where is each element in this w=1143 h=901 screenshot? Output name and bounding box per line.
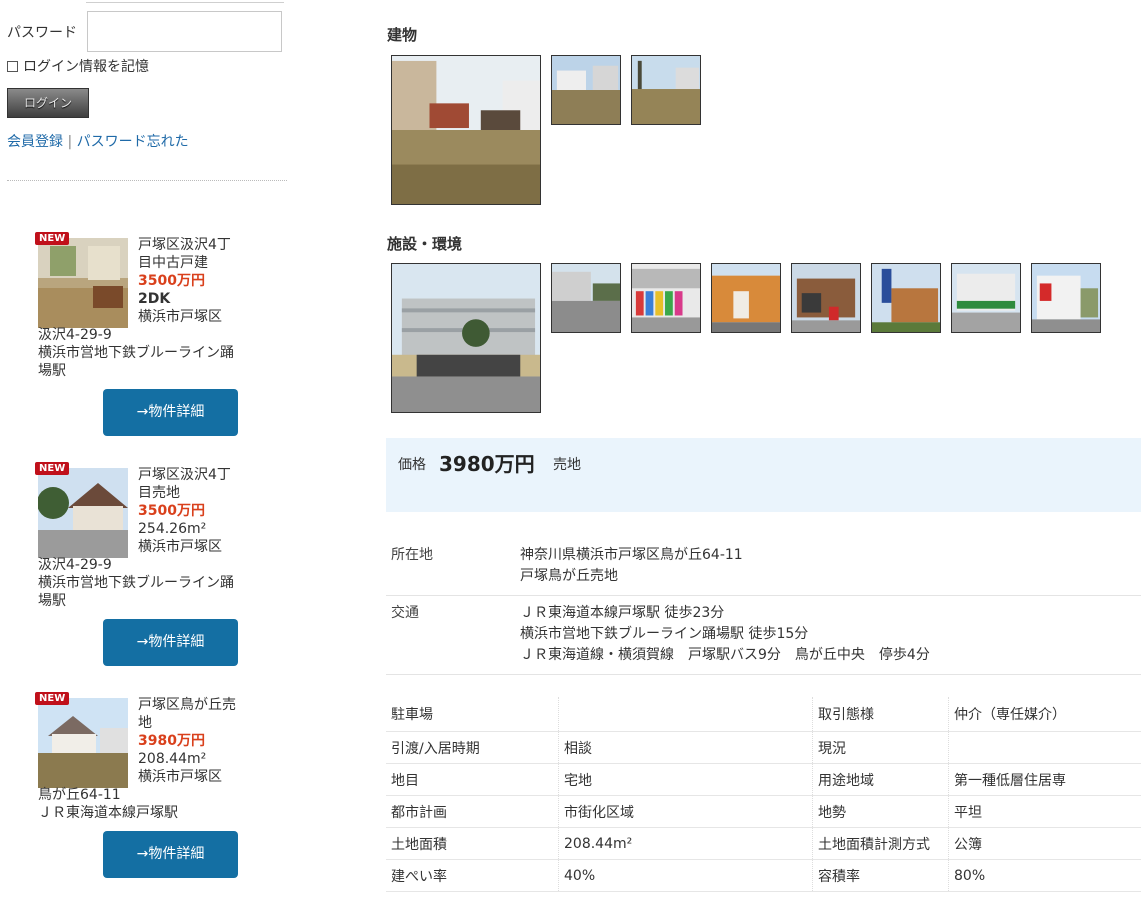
- password-label: パスワード: [7, 25, 77, 41]
- spec-value: [948, 731, 1141, 764]
- facility-photo-thumb[interactable]: [951, 263, 1021, 333]
- listing-price: 3500万円: [138, 503, 205, 519]
- listing-price: 3500万円: [138, 273, 205, 289]
- listing-address-city: 横浜市戸塚区: [138, 769, 222, 785]
- listing-spec: 2DK: [138, 291, 171, 307]
- listing-title[interactable]: 戸塚区鳥が丘売地: [138, 696, 238, 732]
- spec-key: 土地面積計測方式: [812, 827, 949, 860]
- spec-value: 平坦: [948, 795, 1141, 828]
- facility-photo-thumb[interactable]: [1031, 263, 1101, 333]
- transport-route: ＪＲ東海道線・横須賀線 戸塚駅バス9分 鳥が丘中央 停歩4分: [520, 647, 930, 663]
- register-link[interactable]: 会員登録: [7, 134, 63, 150]
- listing-thumbnail[interactable]: [38, 698, 128, 788]
- listing-address-city: 横浜市戸塚区: [138, 539, 222, 555]
- listing-address-block: 汲沢4-29-9: [38, 557, 112, 573]
- price-label: 価格: [398, 457, 426, 473]
- remember-login[interactable]: ログイン情報を記憶: [7, 56, 149, 76]
- login-button[interactable]: ログイン: [7, 88, 89, 118]
- transport-route: 横浜市営地下鉄ブルーライン踊場駅 徒歩15分: [520, 626, 809, 642]
- table-row: 地目 宅地 用途地域 第一種低層住居専: [386, 763, 1141, 796]
- table-row: 建ぺい率 40% 容積率 80%: [386, 859, 1141, 892]
- facility-photo-thumb[interactable]: [791, 263, 861, 333]
- property-type: 売地: [553, 457, 581, 473]
- spec-value: 相談: [558, 731, 813, 764]
- transport-label: 交通: [391, 605, 419, 621]
- building-photo-main[interactable]: [391, 55, 541, 205]
- table-row: 土地面積 208.44m² 土地面積計測方式 公簿: [386, 827, 1141, 860]
- spec-key: 駐車場: [386, 697, 559, 732]
- transport-route: ＪＲ東海道本線戸塚駅 徒歩23分: [520, 605, 725, 621]
- table-row: 引渡/入居時期 相談 現況: [386, 731, 1141, 764]
- spec-key: 引渡/入居時期: [386, 731, 559, 764]
- location-address: 神奈川県横浜市戸塚区鳥が丘64-11: [520, 547, 743, 563]
- location-row: 所在地 神奈川県横浜市戸塚区鳥が丘64-11 戸塚鳥が丘売地: [386, 545, 1141, 596]
- building-photo-thumb[interactable]: [631, 55, 701, 125]
- spec-value: [558, 697, 813, 732]
- sidebar: パスワード ログイン情報を記憶 ログイン 会員登録 | パスワード忘れた NEW…: [0, 0, 300, 901]
- account-links: 会員登録 | パスワード忘れた: [7, 131, 189, 151]
- location-label: 所在地: [391, 547, 433, 563]
- spec-key: 用途地域: [812, 763, 949, 796]
- listing-address-block: 汲沢4-29-9: [38, 327, 112, 343]
- detail-button[interactable]: →物件詳細: [103, 831, 238, 878]
- transport-row: 交通 ＪＲ東海道本線戸塚駅 徒歩23分 横浜市営地下鉄ブルーライン踊場駅 徒歩1…: [386, 603, 1141, 675]
- spec-key: 現況: [812, 731, 949, 764]
- new-badge: NEW: [35, 692, 70, 705]
- remember-checkbox[interactable]: [7, 60, 18, 72]
- facility-photo-thumb[interactable]: [631, 263, 701, 333]
- spec-value: 市街化区域: [558, 795, 813, 828]
- facility-photo-thumb[interactable]: [711, 263, 781, 333]
- listing-thumbnail[interactable]: [38, 238, 128, 328]
- transport-value: ＪＲ東海道本線戸塚駅 徒歩23分 横浜市営地下鉄ブルーライン踊場駅 徒歩15分 …: [520, 603, 930, 666]
- price-box: 価格 3980万円 売地: [386, 438, 1141, 512]
- spec-value: 公簿: [948, 827, 1141, 860]
- property-spec-table: 駐車場 取引態様 仲介（専任媒介） 引渡/入居時期 相談 現況 地目 宅地 用途…: [386, 697, 1141, 892]
- table-row: 都市計画 市街化区域 地勢 平坦: [386, 795, 1141, 828]
- location-property-name: 戸塚鳥が丘売地: [520, 568, 618, 584]
- detail-button[interactable]: →物件詳細: [103, 619, 238, 666]
- location-value: 神奈川県横浜市戸塚区鳥が丘64-11 戸塚鳥が丘売地: [520, 545, 743, 587]
- facility-photo-main[interactable]: [391, 263, 541, 413]
- listing-spec: 208.44m²: [138, 751, 207, 767]
- forgot-password-link[interactable]: パスワード忘れた: [77, 134, 189, 150]
- spec-value: 40%: [558, 859, 813, 892]
- detail-button[interactable]: →物件詳細: [103, 389, 238, 436]
- link-separator: |: [67, 134, 73, 150]
- listing-station: 横浜市営地下鉄ブルーライン踊場駅: [38, 345, 234, 379]
- spec-key: 地目: [386, 763, 559, 796]
- listing-title[interactable]: 戸塚区汲沢4丁目売地: [138, 466, 238, 502]
- username-field-bottom[interactable]: [86, 0, 284, 3]
- listing-address-city: 横浜市戸塚区: [138, 309, 222, 325]
- facility-photo-thumb[interactable]: [871, 263, 941, 333]
- spec-value: 208.44m²: [558, 827, 813, 860]
- listing-thumbnail[interactable]: [38, 468, 128, 558]
- new-badge: NEW: [35, 462, 70, 475]
- spec-key: 都市計画: [386, 795, 559, 828]
- new-badge: NEW: [35, 232, 70, 245]
- spec-value: 80%: [948, 859, 1141, 892]
- facilities-section-title: 施設・環境: [387, 235, 463, 253]
- spec-key: 土地面積: [386, 827, 559, 860]
- listing-spec: 254.26m²: [138, 521, 207, 537]
- listing-title[interactable]: 戸塚区汲沢4丁目中古戸建: [138, 236, 238, 272]
- building-section-title: 建物: [387, 26, 418, 44]
- spec-key: 取引態様: [812, 697, 949, 732]
- listing-address-block: 鳥が丘64-11: [38, 787, 121, 803]
- listing-station: ＪＲ東海道本線戸塚駅: [38, 805, 178, 821]
- spec-value: 宅地: [558, 763, 813, 796]
- table-row: 駐車場 取引態様 仲介（専任媒介）: [386, 697, 1141, 732]
- spec-key: 容積率: [812, 859, 949, 892]
- spec-key: 地勢: [812, 795, 949, 828]
- listing-price: 3980万円: [138, 733, 205, 749]
- divider: [7, 180, 287, 181]
- facility-photo-thumb[interactable]: [551, 263, 621, 333]
- price-value: 3980万円: [439, 452, 535, 476]
- building-photo-thumb[interactable]: [551, 55, 621, 125]
- listing-station: 横浜市営地下鉄ブルーライン踊場駅: [38, 575, 234, 609]
- remember-label: ログイン情報を記憶: [23, 59, 149, 75]
- spec-key: 建ぺい率: [386, 859, 559, 892]
- password-input[interactable]: [87, 11, 282, 52]
- spec-value: 第一種低層住居専: [948, 763, 1141, 796]
- spec-value: 仲介（専任媒介）: [948, 697, 1141, 732]
